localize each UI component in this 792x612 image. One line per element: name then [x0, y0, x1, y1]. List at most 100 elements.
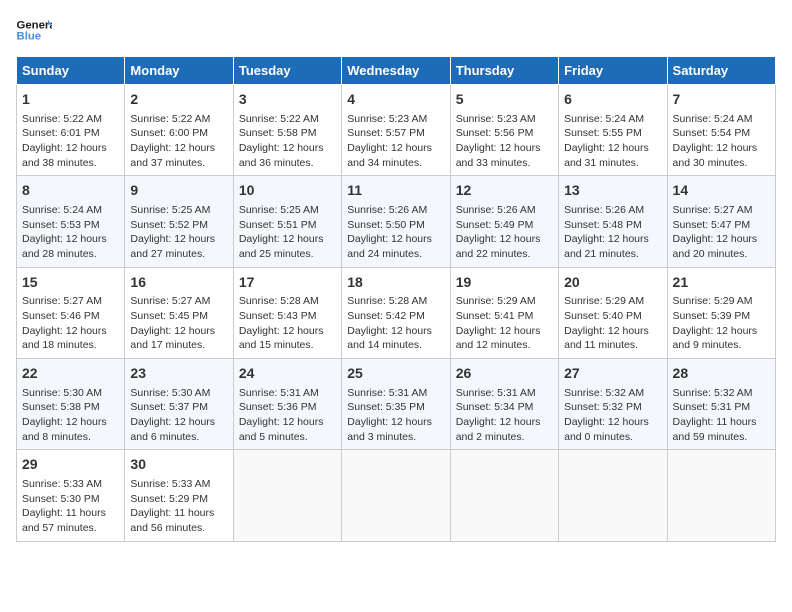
day-header-sunday: Sunday	[17, 57, 125, 85]
day-info: Sunrise: 5:24 AM Sunset: 5:53 PM Dayligh…	[22, 203, 119, 262]
day-info: Sunrise: 5:26 AM Sunset: 5:48 PM Dayligh…	[564, 203, 661, 262]
svg-text:Blue: Blue	[17, 31, 42, 43]
day-info: Sunrise: 5:31 AM Sunset: 5:35 PM Dayligh…	[347, 386, 444, 445]
day-number: 24	[239, 364, 336, 384]
day-number: 28	[673, 364, 770, 384]
calendar-cell: 16Sunrise: 5:27 AM Sunset: 5:45 PM Dayli…	[125, 267, 233, 358]
day-info: Sunrise: 5:33 AM Sunset: 5:29 PM Dayligh…	[130, 477, 227, 536]
calendar-cell: 30Sunrise: 5:33 AM Sunset: 5:29 PM Dayli…	[125, 450, 233, 541]
calendar-cell: 19Sunrise: 5:29 AM Sunset: 5:41 PM Dayli…	[450, 267, 558, 358]
day-number: 17	[239, 273, 336, 293]
calendar-cell: 27Sunrise: 5:32 AM Sunset: 5:32 PM Dayli…	[559, 359, 667, 450]
calendar-cell: 15Sunrise: 5:27 AM Sunset: 5:46 PM Dayli…	[17, 267, 125, 358]
calendar-cell: 28Sunrise: 5:32 AM Sunset: 5:31 PM Dayli…	[667, 359, 775, 450]
day-info: Sunrise: 5:27 AM Sunset: 5:45 PM Dayligh…	[130, 294, 227, 353]
calendar-cell	[450, 450, 558, 541]
day-number: 20	[564, 273, 661, 293]
day-number: 12	[456, 181, 553, 201]
day-header-friday: Friday	[559, 57, 667, 85]
calendar-cell: 23Sunrise: 5:30 AM Sunset: 5:37 PM Dayli…	[125, 359, 233, 450]
day-info: Sunrise: 5:23 AM Sunset: 5:56 PM Dayligh…	[456, 112, 553, 171]
calendar-cell: 17Sunrise: 5:28 AM Sunset: 5:43 PM Dayli…	[233, 267, 341, 358]
calendar-week-1: 1Sunrise: 5:22 AM Sunset: 6:01 PM Daylig…	[17, 85, 776, 176]
calendar-cell: 4Sunrise: 5:23 AM Sunset: 5:57 PM Daylig…	[342, 85, 450, 176]
day-number: 11	[347, 181, 444, 201]
day-number: 1	[22, 90, 119, 110]
day-info: Sunrise: 5:29 AM Sunset: 5:40 PM Dayligh…	[564, 294, 661, 353]
calendar-cell	[559, 450, 667, 541]
day-number: 22	[22, 364, 119, 384]
day-info: Sunrise: 5:22 AM Sunset: 5:58 PM Dayligh…	[239, 112, 336, 171]
day-number: 23	[130, 364, 227, 384]
day-info: Sunrise: 5:31 AM Sunset: 5:36 PM Dayligh…	[239, 386, 336, 445]
calendar-header-row: SundayMondayTuesdayWednesdayThursdayFrid…	[17, 57, 776, 85]
calendar-cell: 9Sunrise: 5:25 AM Sunset: 5:52 PM Daylig…	[125, 176, 233, 267]
day-number: 18	[347, 273, 444, 293]
day-number: 25	[347, 364, 444, 384]
day-info: Sunrise: 5:24 AM Sunset: 5:54 PM Dayligh…	[673, 112, 770, 171]
calendar-week-4: 22Sunrise: 5:30 AM Sunset: 5:38 PM Dayli…	[17, 359, 776, 450]
calendar-cell: 2Sunrise: 5:22 AM Sunset: 6:00 PM Daylig…	[125, 85, 233, 176]
day-info: Sunrise: 5:30 AM Sunset: 5:37 PM Dayligh…	[130, 386, 227, 445]
day-number: 21	[673, 273, 770, 293]
calendar-cell: 25Sunrise: 5:31 AM Sunset: 5:35 PM Dayli…	[342, 359, 450, 450]
day-info: Sunrise: 5:24 AM Sunset: 5:55 PM Dayligh…	[564, 112, 661, 171]
day-info: Sunrise: 5:33 AM Sunset: 5:30 PM Dayligh…	[22, 477, 119, 536]
day-info: Sunrise: 5:29 AM Sunset: 5:41 PM Dayligh…	[456, 294, 553, 353]
day-number: 27	[564, 364, 661, 384]
day-header-monday: Monday	[125, 57, 233, 85]
calendar-cell: 12Sunrise: 5:26 AM Sunset: 5:49 PM Dayli…	[450, 176, 558, 267]
day-header-tuesday: Tuesday	[233, 57, 341, 85]
day-info: Sunrise: 5:32 AM Sunset: 5:31 PM Dayligh…	[673, 386, 770, 445]
calendar-cell: 14Sunrise: 5:27 AM Sunset: 5:47 PM Dayli…	[667, 176, 775, 267]
day-number: 15	[22, 273, 119, 293]
day-number: 29	[22, 455, 119, 475]
day-number: 5	[456, 90, 553, 110]
day-info: Sunrise: 5:25 AM Sunset: 5:51 PM Dayligh…	[239, 203, 336, 262]
day-number: 26	[456, 364, 553, 384]
calendar-cell: 8Sunrise: 5:24 AM Sunset: 5:53 PM Daylig…	[17, 176, 125, 267]
day-info: Sunrise: 5:26 AM Sunset: 5:49 PM Dayligh…	[456, 203, 553, 262]
day-number: 2	[130, 90, 227, 110]
day-number: 3	[239, 90, 336, 110]
calendar-cell	[342, 450, 450, 541]
calendar-cell: 5Sunrise: 5:23 AM Sunset: 5:56 PM Daylig…	[450, 85, 558, 176]
calendar-cell: 7Sunrise: 5:24 AM Sunset: 5:54 PM Daylig…	[667, 85, 775, 176]
day-info: Sunrise: 5:22 AM Sunset: 6:01 PM Dayligh…	[22, 112, 119, 171]
day-info: Sunrise: 5:30 AM Sunset: 5:38 PM Dayligh…	[22, 386, 119, 445]
day-number: 19	[456, 273, 553, 293]
day-info: Sunrise: 5:28 AM Sunset: 5:42 PM Dayligh…	[347, 294, 444, 353]
day-info: Sunrise: 5:23 AM Sunset: 5:57 PM Dayligh…	[347, 112, 444, 171]
day-info: Sunrise: 5:22 AM Sunset: 6:00 PM Dayligh…	[130, 112, 227, 171]
calendar-cell: 10Sunrise: 5:25 AM Sunset: 5:51 PM Dayli…	[233, 176, 341, 267]
day-header-wednesday: Wednesday	[342, 57, 450, 85]
day-info: Sunrise: 5:27 AM Sunset: 5:47 PM Dayligh…	[673, 203, 770, 262]
day-number: 8	[22, 181, 119, 201]
calendar-cell: 18Sunrise: 5:28 AM Sunset: 5:42 PM Dayli…	[342, 267, 450, 358]
calendar-table: SundayMondayTuesdayWednesdayThursdayFrid…	[16, 56, 776, 542]
day-number: 7	[673, 90, 770, 110]
calendar-cell: 3Sunrise: 5:22 AM Sunset: 5:58 PM Daylig…	[233, 85, 341, 176]
calendar-cell	[667, 450, 775, 541]
day-info: Sunrise: 5:27 AM Sunset: 5:46 PM Dayligh…	[22, 294, 119, 353]
day-number: 16	[130, 273, 227, 293]
calendar-week-2: 8Sunrise: 5:24 AM Sunset: 5:53 PM Daylig…	[17, 176, 776, 267]
day-number: 14	[673, 181, 770, 201]
logo: General Blue	[16, 16, 52, 44]
day-header-thursday: Thursday	[450, 57, 558, 85]
calendar-cell: 22Sunrise: 5:30 AM Sunset: 5:38 PM Dayli…	[17, 359, 125, 450]
calendar-cell: 29Sunrise: 5:33 AM Sunset: 5:30 PM Dayli…	[17, 450, 125, 541]
calendar-cell: 1Sunrise: 5:22 AM Sunset: 6:01 PM Daylig…	[17, 85, 125, 176]
day-number: 4	[347, 90, 444, 110]
day-number: 13	[564, 181, 661, 201]
calendar-week-5: 29Sunrise: 5:33 AM Sunset: 5:30 PM Dayli…	[17, 450, 776, 541]
header: General Blue	[16, 16, 776, 44]
day-number: 10	[239, 181, 336, 201]
calendar-cell: 6Sunrise: 5:24 AM Sunset: 5:55 PM Daylig…	[559, 85, 667, 176]
day-info: Sunrise: 5:29 AM Sunset: 5:39 PM Dayligh…	[673, 294, 770, 353]
day-header-saturday: Saturday	[667, 57, 775, 85]
svg-text:General: General	[17, 19, 53, 31]
day-info: Sunrise: 5:25 AM Sunset: 5:52 PM Dayligh…	[130, 203, 227, 262]
day-number: 6	[564, 90, 661, 110]
calendar-cell: 13Sunrise: 5:26 AM Sunset: 5:48 PM Dayli…	[559, 176, 667, 267]
